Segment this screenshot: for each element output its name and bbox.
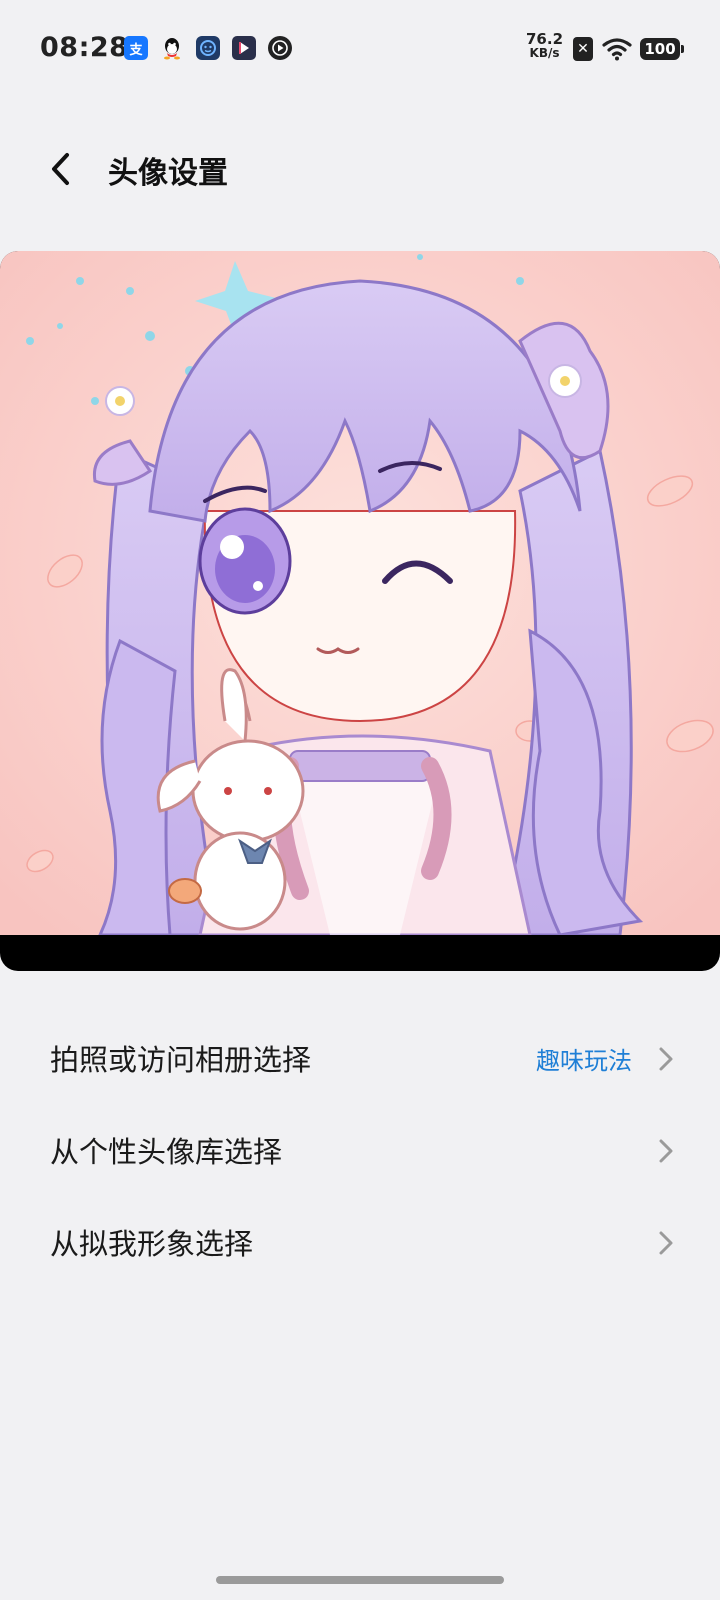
chevron-right-icon (659, 1139, 673, 1163)
play-app-icon (268, 36, 292, 60)
battery-indicator: 100 (640, 38, 684, 60)
screen: 08:28 支 76.2 KB/s ✕ 100 头像设置 拍照或访问相册选择 趣… (0, 0, 720, 1600)
wifi-icon (602, 37, 632, 61)
option-label: 拍照或访问相册选择 (50, 1043, 312, 1077)
alipay-icon: 支 (124, 36, 148, 60)
no-sim-icon: ✕ (573, 37, 593, 61)
home-indicator[interactable] (216, 1576, 504, 1584)
network-speed: 76.2 KB/s (526, 30, 564, 61)
qq-icon (160, 36, 184, 60)
status-time: 08:28 (40, 32, 129, 63)
option-label: 从个性头像库选择 (50, 1135, 283, 1169)
network-speed-unit: KB/s (529, 46, 560, 60)
option-avatar-library[interactable]: 从个性头像库选择 (0, 1104, 720, 1196)
video-app-icon (232, 36, 256, 60)
option-label: 从拟我形象选择 (50, 1227, 254, 1261)
option-memoji[interactable]: 从拟我形象选择 (0, 1196, 720, 1288)
robot-app-icon (196, 36, 220, 60)
chevron-left-icon (52, 153, 69, 185)
avatar-options-list: 拍照或访问相册选择 趣味玩法 从个性头像库选择 从拟我形象选择 (0, 1012, 720, 1288)
avatar-preview[interactable] (0, 251, 720, 971)
option-camera-or-album[interactable]: 拍照或访问相册选择 趣味玩法 (0, 1012, 720, 1104)
back-button[interactable] (38, 144, 82, 194)
top-app-bar: 头像设置 (0, 130, 720, 210)
chevron-right-icon (659, 1047, 673, 1071)
notification-icons: 支 (124, 36, 292, 60)
chevron-right-icon (659, 1231, 673, 1255)
page-title: 头像设置 (108, 156, 228, 191)
network-speed-value: 76.2 (526, 30, 564, 48)
fun-play-link[interactable]: 趣味玩法 (536, 1041, 632, 1076)
status-bar: 08:28 支 76.2 KB/s ✕ 100 (0, 0, 720, 96)
avatar-image (0, 251, 720, 935)
